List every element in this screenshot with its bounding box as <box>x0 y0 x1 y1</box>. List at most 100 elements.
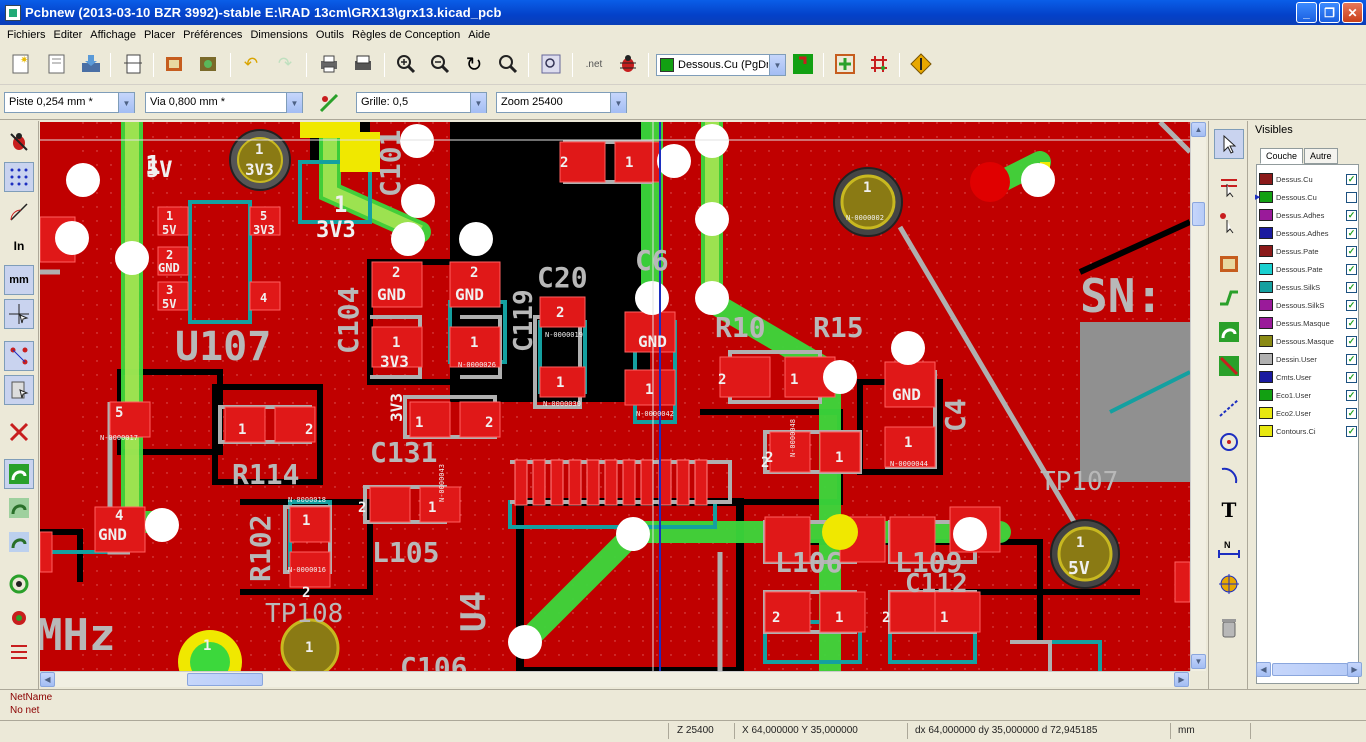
add-target-icon[interactable] <box>1214 569 1244 599</box>
module-ratsnest-icon[interactable] <box>4 375 34 405</box>
layer-color-swatch[interactable] <box>1259 281 1273 293</box>
print-icon[interactable] <box>316 51 342 77</box>
add-keepout-icon[interactable] <box>1214 351 1244 381</box>
menu-preferences[interactable]: Préférences <box>179 29 246 41</box>
zoom-out-icon[interactable] <box>427 51 453 77</box>
horizontal-scroll-thumb[interactable] <box>187 673 263 686</box>
layer-row[interactable]: Eco2.User ✓ <box>1259 405 1357 421</box>
tab-couche[interactable]: Couche <box>1260 148 1304 164</box>
layers-scroll-thumb[interactable] <box>1272 663 1348 676</box>
zoom-fit-icon[interactable] <box>495 51 521 77</box>
plot-icon[interactable] <box>350 51 376 77</box>
polar-coords-icon[interactable] <box>4 197 34 227</box>
show-ratsnest-icon[interactable] <box>4 341 34 371</box>
add-track-icon[interactable] <box>1214 283 1244 313</box>
module-library-icon[interactable] <box>196 51 222 77</box>
show-zones-icon[interactable] <box>4 459 34 489</box>
menu-outils[interactable]: Outils <box>312 29 348 41</box>
via-size-select[interactable]: Via 0,800 mm * ▼ <box>145 92 303 113</box>
menu-editer[interactable]: Editer <box>50 29 87 41</box>
menu-aide[interactable]: Aide <box>464 29 494 41</box>
minimize-button[interactable]: _ <box>1296 2 1317 23</box>
add-line-icon[interactable] <box>1214 393 1244 423</box>
layer-row[interactable]: Dessus.Pate ✓ <box>1259 243 1357 259</box>
delete-trash-icon[interactable] <box>1214 613 1244 643</box>
layer-row[interactable]: Contours.Ci ✓ <box>1259 423 1357 439</box>
menu-fichiers[interactable]: Fichiers <box>3 29 50 41</box>
zone-outline-icon[interactable] <box>4 493 34 523</box>
menu-dimensions[interactable]: Dimensions <box>246 29 311 41</box>
inch-units-icon[interactable]: In <box>4 231 34 261</box>
maximize-button[interactable]: ❐ <box>1319 2 1340 23</box>
pads-sketch-icon[interactable] <box>4 569 34 599</box>
menu-placer[interactable]: Placer <box>140 29 179 41</box>
vertical-scrollbar[interactable]: ▲ ▼ <box>1190 122 1206 671</box>
layer-color-swatch[interactable] <box>1259 389 1273 401</box>
layer-pair-icon[interactable] <box>790 51 816 77</box>
autoroute-icon[interactable] <box>832 51 858 77</box>
close-button[interactable]: ✕ <box>1342 2 1363 23</box>
scroll-right-icon[interactable]: ▶ <box>1174 672 1189 687</box>
tab-autre[interactable]: Autre <box>1304 148 1338 164</box>
auto-track-width-icon[interactable] <box>316 90 342 116</box>
layer-color-swatch[interactable] <box>1259 245 1273 257</box>
scroll-left-icon[interactable]: ◀ <box>40 672 55 687</box>
layer-visibility-checkbox[interactable]: ✓ <box>1346 407 1357 419</box>
scroll-left-icon[interactable]: ◀ <box>1256 662 1271 677</box>
layer-row[interactable]: Cmts.User ✓ <box>1259 369 1357 385</box>
layer-color-swatch[interactable] <box>1259 425 1273 437</box>
add-module-icon[interactable] <box>1214 249 1244 279</box>
layer-color-swatch[interactable] <box>1259 209 1273 221</box>
new-board-icon[interactable]: ✷ <box>8 51 34 77</box>
layer-visibility-checkbox[interactable]: ✓ <box>1346 173 1357 185</box>
layer-visibility-checkbox[interactable]: ✓ <box>1346 299 1357 311</box>
menu-regles[interactable]: Règles de Conception <box>348 29 464 41</box>
layer-row[interactable]: Eco1.User ✓ <box>1259 387 1357 403</box>
auto-delete-track-icon[interactable] <box>4 417 34 447</box>
layer-visibility-checkbox[interactable]: ✓ <box>1346 425 1357 437</box>
grid-select[interactable]: Grille: 0,5 ▼ <box>356 92 487 113</box>
add-circle-icon[interactable] <box>1214 427 1244 457</box>
layer-color-swatch[interactable] <box>1259 335 1273 347</box>
add-dimension-icon[interactable]: N <box>1214 535 1244 565</box>
save-board-icon[interactable] <box>78 51 104 77</box>
read-netlist-icon[interactable]: .net <box>581 51 607 77</box>
grid-toggle-icon[interactable] <box>4 162 34 192</box>
vertical-scroll-thumb[interactable] <box>1192 202 1205 226</box>
layer-row[interactable]: Dessus.Masque ✓ <box>1259 315 1357 331</box>
layer-row[interactable]: Dessous.SilkS ✓ <box>1259 297 1357 313</box>
pcb-canvas[interactable]: U107 C104 C101 C119 C20 C6 R10 R15 C4 SN… <box>40 122 1190 671</box>
layer-color-swatch[interactable] <box>1259 173 1273 185</box>
zoom-in-icon[interactable] <box>393 51 419 77</box>
layer-row[interactable]: Dessin.User ✓ <box>1259 351 1357 367</box>
menu-affichage[interactable]: Affichage <box>86 29 140 41</box>
layer-color-swatch[interactable] <box>1259 263 1273 275</box>
grid-route-icon[interactable] <box>866 51 892 77</box>
track-width-select[interactable]: Piste 0,254 mm * ▼ <box>4 92 135 113</box>
layer-visibility-checkbox[interactable]: ✓ <box>1346 281 1357 293</box>
layer-visibility-checkbox[interactable]: ✓ <box>1346 389 1357 401</box>
layer-color-swatch[interactable] <box>1259 227 1273 239</box>
add-arc-icon[interactable] <box>1214 461 1244 491</box>
scroll-down-icon[interactable]: ▼ <box>1191 654 1206 669</box>
select-arrow-icon[interactable] <box>1214 129 1244 159</box>
layer-selector[interactable]: Dessous.Cu (PgDn) ▼ <box>656 54 786 76</box>
local-ratsnest-icon[interactable] <box>1214 207 1244 237</box>
page-settings-icon[interactable] <box>120 51 146 77</box>
layer-visibility-checkbox[interactable]: ✓ <box>1346 245 1357 257</box>
layer-color-swatch[interactable] <box>1259 407 1273 419</box>
redraw-icon[interactable]: ↻ <box>461 51 487 77</box>
layer-row[interactable]: Dessus.Adhes ✓ <box>1259 207 1357 223</box>
layer-visibility-checkbox[interactable]: ✓ <box>1346 227 1357 239</box>
add-text-icon[interactable]: T <box>1214 495 1244 525</box>
redo-icon[interactable]: ↷ <box>272 51 298 77</box>
layer-color-swatch[interactable] <box>1259 191 1273 203</box>
layer-visibility-checkbox[interactable]: ✓ <box>1346 317 1357 329</box>
layer-color-swatch[interactable] <box>1259 299 1273 311</box>
scroll-right-icon[interactable]: ▶ <box>1347 662 1362 677</box>
layer-visibility-checkbox[interactable] <box>1346 191 1357 203</box>
layer-row[interactable]: Dessous.Masque ✓ <box>1259 333 1357 349</box>
layer-row[interactable]: ▶ Dessous.Cu <box>1255 189 1357 205</box>
horizontal-scrollbar[interactable]: ◀ ▶ <box>40 671 1190 687</box>
layer-visibility-checkbox[interactable]: ✓ <box>1346 263 1357 275</box>
